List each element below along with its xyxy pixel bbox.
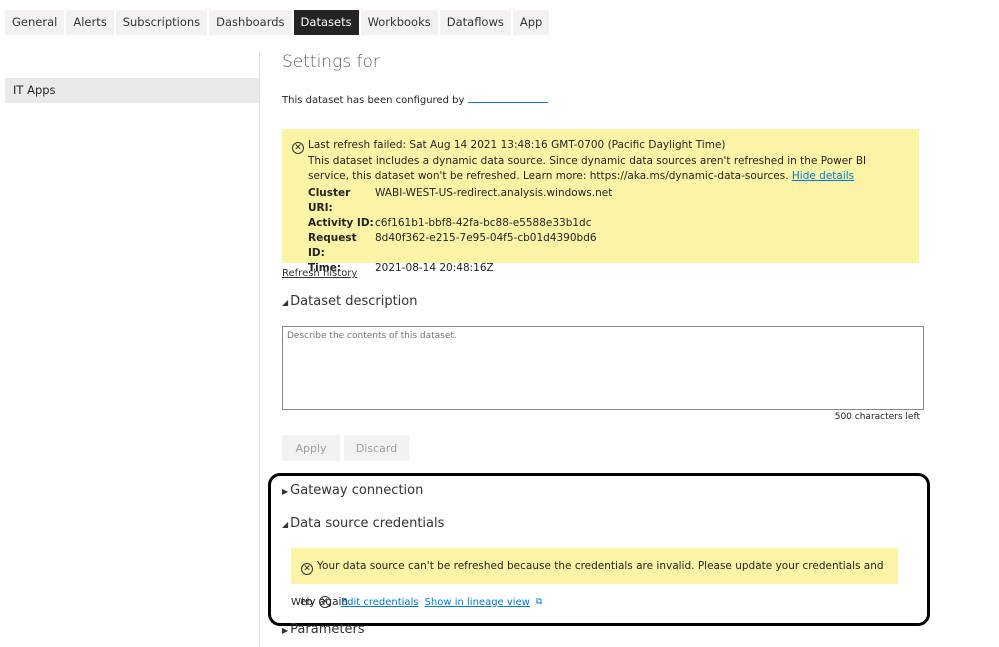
- tab-workbooks[interactable]: Workbooks: [360, 10, 438, 35]
- hide-details-link[interactable]: Hide details: [792, 170, 854, 182]
- data-source-row: Web ✕ Edit credentials Show in lineage v…: [291, 596, 543, 608]
- caret-right-icon: ▶: [282, 487, 289, 496]
- chars-left: 500 characters left: [834, 412, 920, 422]
- external-link-icon: ⧉: [535, 597, 543, 607]
- detail-row: Time: 2021-08-14 20:48:16Z: [308, 262, 494, 274]
- parameters-header[interactable]: ▶ Parameters: [282, 622, 365, 637]
- tab-dashboards[interactable]: Dashboards: [209, 10, 292, 35]
- error-icon: ✕: [318, 596, 331, 608]
- tab-subscriptions[interactable]: Subscriptions: [115, 10, 208, 35]
- sidebar-item-it-apps[interactable]: IT Apps: [5, 78, 259, 103]
- detail-row: Activity ID: c6f161b1-bbf8-42fa-bc88-e558…: [308, 217, 592, 229]
- lineage-view-link[interactable]: Show in lineage view: [425, 597, 530, 608]
- page-title: Settings for: [282, 52, 380, 72]
- data-source-credentials-header[interactable]: ◢ Data source credentials: [282, 516, 444, 531]
- credentials-error-banner: ✕ Your data source can't be refreshed bec…: [291, 548, 898, 608]
- description-input[interactable]: [282, 326, 924, 410]
- caret-down-icon: ◢: [282, 520, 289, 529]
- detail-row: Cluster URI: WABI-WEST-US-redirect.analys…: [308, 187, 613, 214]
- error-icon: ✕: [292, 142, 304, 154]
- settings-tabs: General Alerts Subscriptions Dashboards …: [5, 10, 550, 35]
- error-icon: ✕: [301, 563, 313, 575]
- caret-down-icon: ◢: [282, 298, 289, 307]
- apply-button[interactable]: Apply: [282, 435, 340, 461]
- tab-app[interactable]: App: [512, 10, 550, 35]
- refresh-error-banner: ✕ Last refresh failed: Sat Aug 14 2021 13…: [282, 129, 919, 274]
- refresh-history-link[interactable]: Refresh history: [282, 268, 357, 279]
- discard-button[interactable]: Discard: [344, 435, 409, 461]
- divider: [259, 52, 260, 647]
- tab-datasets[interactable]: Datasets: [293, 10, 359, 35]
- dataset-description-header[interactable]: ◢ Dataset description: [282, 294, 417, 309]
- owner-link[interactable]: [467, 93, 548, 103]
- configured-by: This dataset has been configured by: [282, 93, 548, 106]
- tab-alerts[interactable]: Alerts: [66, 10, 114, 35]
- tab-general[interactable]: General: [5, 10, 65, 35]
- gateway-connection-header[interactable]: ▶ Gateway connection: [282, 483, 423, 498]
- detail-row: Request ID: 8d40f362-e215-7e95-04f5-cb01d…: [308, 232, 597, 259]
- caret-right-icon: ▶: [282, 626, 289, 635]
- tab-dataflows[interactable]: Dataflows: [439, 10, 511, 35]
- edit-credentials-link[interactable]: Edit credentials: [341, 597, 419, 608]
